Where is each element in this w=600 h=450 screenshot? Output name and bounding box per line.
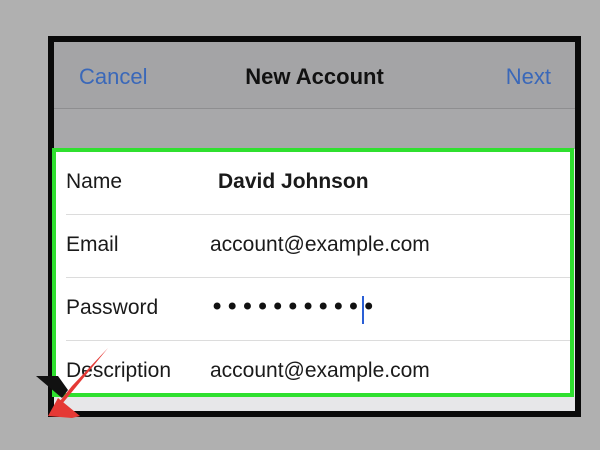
form-row-password[interactable]: Password ••••••••••• [56,278,570,341]
x-logo-icon [36,348,108,418]
email-field[interactable]: account@example.com [210,233,430,257]
section-spacer [54,109,575,149]
password-label: Password [66,296,159,319]
cancel-button[interactable]: Cancel [79,64,147,90]
name-field[interactable]: David Johnson [218,170,369,194]
description-field[interactable]: account@example.com [210,359,430,383]
navigation-bar: Cancel New Account Next [54,42,575,109]
form-row-email[interactable]: Email account@example.com [56,215,570,278]
name-label: Name [66,170,123,193]
form-row-name[interactable]: Name David Johnson [56,152,570,215]
logo-black-stroke [36,376,68,398]
next-button[interactable]: Next [506,64,551,90]
email-label: Email [66,233,119,256]
password-field[interactable]: ••••••••••• [210,293,377,321]
form-row-description[interactable]: Description account@example.com [56,341,570,404]
account-form: Name David Johnson Email account@example… [52,148,574,397]
text-cursor [362,296,364,324]
screenshot-stage: Cancel New Account Next Name David Johns… [0,0,600,450]
